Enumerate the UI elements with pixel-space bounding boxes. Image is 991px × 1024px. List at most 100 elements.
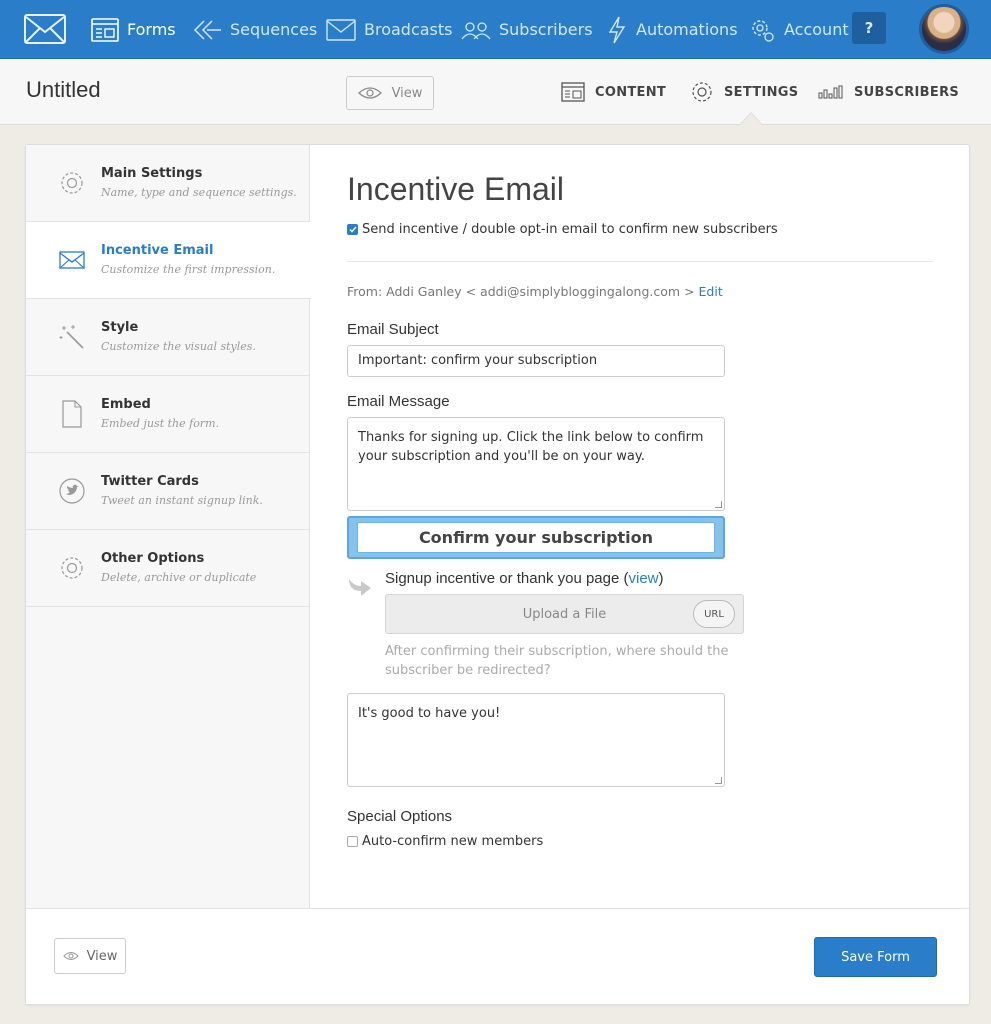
header-view-label: View [391, 85, 423, 101]
tab-content-label: CONTENT [595, 84, 667, 100]
tab-subscribers[interactable]: SUBSCRIBERS [818, 59, 959, 125]
gear-icon [58, 554, 86, 582]
sequences-icon [193, 19, 221, 40]
settings-sidebar: Main Settings Name, type and sequence se… [26, 145, 311, 908]
sidebar-item-subtitle: Customize the visual styles. [101, 340, 256, 353]
automations-icon [608, 16, 626, 43]
gear-icon [58, 169, 86, 197]
nav-automations[interactable]: Automations [606, 0, 738, 59]
confirm-subscription-button[interactable]: Confirm your subscription [357, 522, 715, 553]
envelope-logo-icon[interactable] [24, 14, 66, 44]
tab-subscribers-label: SUBSCRIBERS [854, 84, 960, 100]
from-text: From: Addi Ganley < addi@simplyblogginga… [347, 284, 699, 299]
nav-sequences[interactable]: Sequences [192, 0, 317, 59]
user-avatar[interactable] [919, 4, 969, 54]
page-title[interactable]: Untitled [26, 77, 101, 103]
envelope-icon [58, 246, 86, 274]
settings-panel: Main Settings Name, type and sequence se… [25, 144, 970, 1005]
email-subject-input[interactable]: Important: confirm your subscription [347, 345, 725, 377]
nav-subscribers-label: Subscribers [499, 20, 593, 39]
account-gear-icon [752, 19, 774, 42]
sidebar-item-subtitle: Customize the first impression. [101, 263, 276, 276]
document-icon [58, 400, 86, 428]
url-toggle-button[interactable]: URL [693, 600, 735, 628]
section-heading: Incentive Email [347, 171, 564, 207]
sidebar-item-style[interactable]: Style Customize the visual styles. [26, 299, 310, 376]
sidebar-item-title: Embed [101, 397, 151, 412]
nav-automations-label: Automations [636, 20, 738, 39]
content-icon [561, 82, 585, 102]
tab-content[interactable]: CONTENT [561, 59, 666, 125]
edit-sender-link[interactable]: Edit [699, 284, 723, 299]
redirect-help-text: After confirming their subscription, whe… [385, 644, 729, 678]
sidebar-item-embed[interactable]: Embed Embed just the form. [26, 376, 310, 453]
auto-confirm-option[interactable]: Auto-confirm new members [347, 834, 543, 849]
top-navigation: Forms Sequences Broadcasts Subscribers A… [0, 0, 991, 59]
nav-sequences-label: Sequences [230, 20, 318, 39]
thanks-message-textarea[interactable]: It's good to have you! [347, 693, 725, 787]
sidebar-item-other-options[interactable]: Other Options Delete, archive or duplica… [26, 530, 310, 607]
resize-handle[interactable] [715, 501, 722, 508]
thanks-message-text: It's good to have you! [358, 706, 501, 721]
incentive-label: Signup incentive or thank you page (view… [385, 570, 664, 587]
sidebar-item-twitter-cards[interactable]: Twitter Cards Tweet an instant signup li… [26, 453, 310, 530]
active-tab-indicator [740, 113, 762, 125]
nav-forms-label: Forms [127, 20, 176, 39]
header-view-button[interactable]: View [346, 76, 434, 110]
save-form-button[interactable]: Save Form [814, 937, 937, 977]
twitter-icon [58, 477, 86, 505]
bar-chart-icon [818, 85, 843, 99]
incentive-view-link[interactable]: view [629, 570, 659, 587]
nav-forms[interactable]: Forms [91, 0, 176, 59]
broadcasts-icon [326, 18, 356, 41]
auto-confirm-label: Auto-confirm new members [362, 834, 544, 849]
gear-icon [692, 82, 712, 102]
auto-confirm-checkbox[interactable] [347, 836, 358, 847]
divider [347, 261, 933, 262]
nav-subscribers[interactable]: Subscribers [461, 0, 593, 59]
send-incentive-checkbox[interactable] [347, 224, 358, 235]
redirect-arrow-icon [349, 579, 371, 596]
nav-account-label: Account [784, 20, 849, 39]
incentive-email-settings: Incentive Email Send incentive / double … [311, 145, 969, 908]
footer-view-button[interactable]: View [54, 938, 126, 974]
send-incentive-option[interactable]: Send incentive / double opt-in email to … [347, 222, 778, 237]
special-options-label: Special Options [347, 808, 453, 825]
resize-handle[interactable] [715, 777, 722, 784]
sidebar-item-title: Main Settings [101, 166, 203, 181]
form-header: Untitled View CONTENT SETTINGS SUBSCRIBE… [0, 59, 991, 125]
sidebar-item-subtitle: Tweet an instant signup link. [101, 494, 263, 507]
sidebar-item-title: Twitter Cards [101, 474, 199, 489]
email-subject-label: Email Subject [347, 321, 439, 338]
from-line: From: Addi Ganley < addi@simplyblogginga… [347, 284, 723, 299]
send-incentive-label: Send incentive / double opt-in email to … [362, 222, 778, 237]
email-message-label: Email Message [347, 393, 450, 410]
nav-broadcasts[interactable]: Broadcasts [326, 0, 453, 59]
panel-footer: View Save Form [26, 908, 969, 1004]
eye-icon [62, 952, 79, 960]
eye-icon [357, 87, 382, 99]
sidebar-item-title: Other Options [101, 551, 205, 566]
tab-settings-label: SETTINGS [724, 84, 799, 100]
upload-file-label: Upload a File [522, 606, 607, 622]
sidebar-item-subtitle: Name, type and sequence settings. [101, 186, 297, 199]
sidebar-item-incentive-email[interactable]: Incentive Email Customize the first impr… [26, 222, 311, 299]
help-button[interactable]: ? [852, 12, 886, 44]
sidebar-item-title: Incentive Email [101, 243, 214, 258]
upload-file-button[interactable]: Upload a File URL [385, 594, 744, 634]
sidebar-item-main-settings[interactable]: Main Settings Name, type and sequence se… [26, 145, 310, 222]
incentive-label-close: ) [658, 570, 664, 587]
footer-view-label: View [86, 948, 118, 964]
nav-broadcasts-label: Broadcasts [364, 20, 453, 39]
nav-account[interactable]: Account [748, 0, 849, 59]
sidebar-item-title: Style [101, 320, 139, 335]
sidebar-item-subtitle: Embed just the form. [101, 417, 219, 430]
confirm-button-preview: Confirm your subscription [347, 516, 725, 559]
incentive-label-text: Signup incentive or thank you page ( [385, 570, 629, 587]
magic-wand-icon [58, 323, 86, 351]
checkmark-icon [348, 226, 357, 233]
email-message-text: Thanks for signing up. Click the link be… [358, 430, 704, 464]
forms-icon [91, 17, 119, 42]
email-message-textarea[interactable]: Thanks for signing up. Click the link be… [347, 417, 725, 511]
sidebar-item-subtitle: Delete, archive or duplicate [101, 571, 257, 584]
